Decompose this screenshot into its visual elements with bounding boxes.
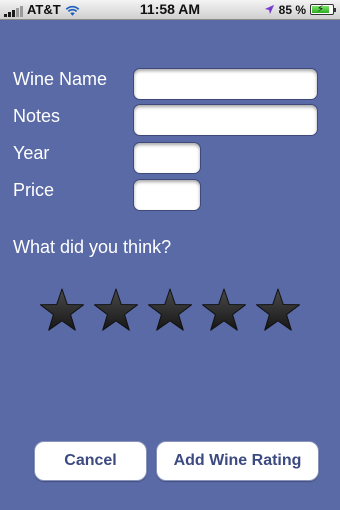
battery-percent: 85 % (278, 2, 306, 17)
star-icon-5[interactable] (254, 287, 302, 335)
battery-charging-icon: ⚡ (310, 4, 336, 15)
price-label: Price (13, 180, 55, 200)
star-icon-2[interactable] (92, 287, 140, 335)
cancel-button[interactable]: Cancel (34, 441, 147, 481)
year-field[interactable] (133, 142, 201, 174)
status-bar: AT&T 11:58 AM 85 % ⚡ (0, 0, 340, 20)
status-right: 85 % ⚡ (264, 2, 336, 17)
rating-question: What did you think? (13, 237, 172, 257)
star-icon-4[interactable] (200, 287, 248, 335)
notes-field[interactable] (133, 104, 318, 136)
star-icon-3[interactable] (146, 287, 194, 335)
star-icon-1[interactable] (38, 287, 86, 335)
year-label: Year (13, 143, 50, 163)
price-field[interactable] (133, 179, 201, 211)
location-arrow-icon (264, 4, 274, 15)
wine-name-field[interactable] (133, 68, 318, 100)
add-wine-rating-button[interactable]: Add Wine Rating (156, 441, 319, 481)
notes-label: Notes (13, 106, 61, 126)
wine-name-label: Wine Name (13, 69, 108, 89)
star-rating[interactable] (38, 287, 302, 335)
